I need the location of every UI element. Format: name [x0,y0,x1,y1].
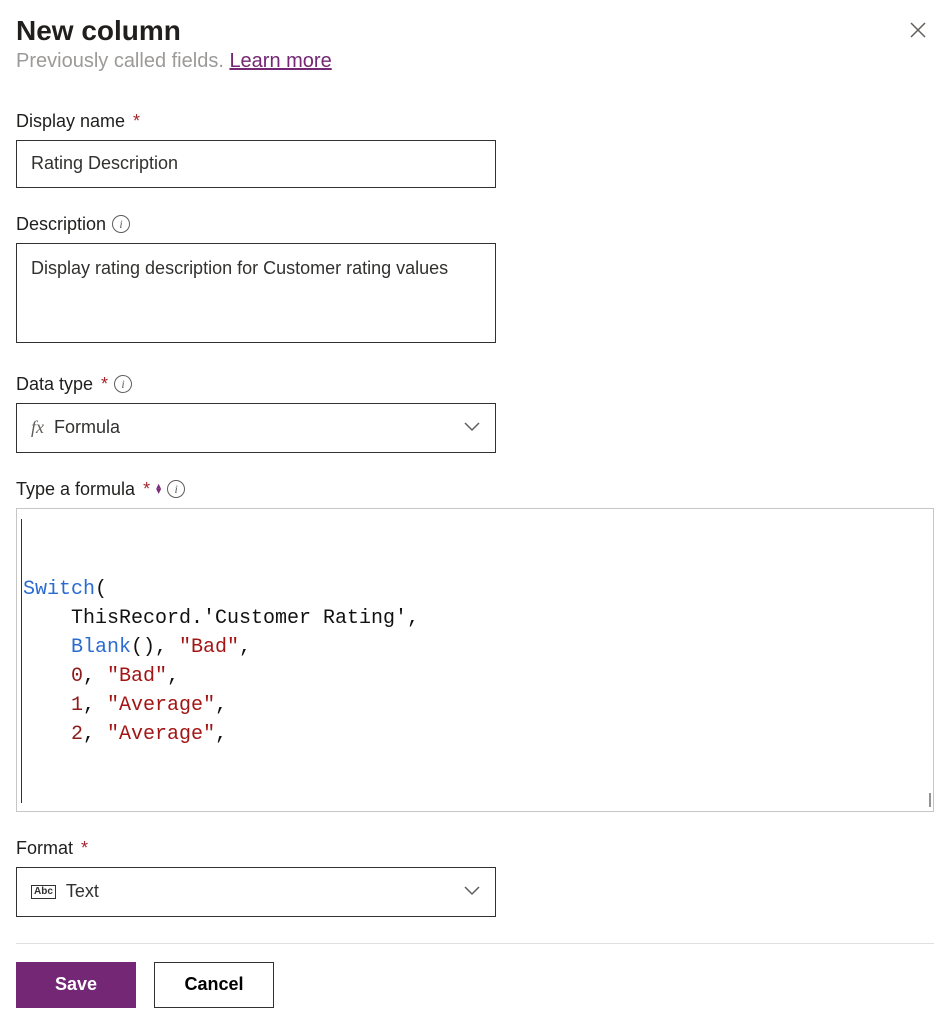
chevron-down-icon [463,417,481,438]
formula-label-text: Type a formula [16,479,135,500]
tok: (), [131,636,179,659]
tok: ( [95,578,107,601]
required-marker: * [101,374,108,395]
tok: 0 [71,665,83,688]
text-icon: Abc [31,885,56,899]
format-select[interactable]: Abc Text [16,867,496,917]
tok: , [83,665,107,688]
cancel-button[interactable]: Cancel [154,962,274,1008]
tok: , [83,723,107,746]
scroll-indicator [925,793,931,807]
data-type-label-text: Data type [16,374,93,395]
page-title: New column [16,14,181,48]
tok: Switch [23,578,95,601]
formula-icon: fx [31,417,44,438]
tok: ThisRecord.'Customer Rating', [23,607,419,630]
description-label: Description i [16,214,934,235]
tok: , [215,694,227,717]
required-marker: * [143,479,150,500]
chevron-down-icon [463,881,481,902]
formula-editor[interactable]: Switch( ThisRecord.'Customer Rating', Bl… [16,508,934,812]
save-button[interactable]: Save [16,962,136,1008]
expand-icon[interactable]: ▴▾ [156,484,161,494]
tok: Blank [71,636,131,659]
info-icon[interactable]: i [114,375,132,393]
info-icon[interactable]: i [112,215,130,233]
format-label-text: Format [16,838,73,859]
tok: , [215,723,227,746]
display-name-label: Display name * [16,111,934,132]
tok: "Average" [107,723,215,746]
display-name-input[interactable] [16,140,496,188]
page-subtitle: Previously called fields. Learn more [16,50,934,73]
tok: , [167,665,179,688]
tok: "Average" [107,694,215,717]
cursor-indicator [21,519,22,803]
data-type-select[interactable]: fx Formula [16,403,496,453]
tok: 2 [71,723,83,746]
format-value: Text [66,881,99,902]
data-type-value: Formula [54,417,120,438]
formula-label: Type a formula * ▴▾ i [16,479,934,500]
learn-more-link[interactable]: Learn more [229,50,331,72]
tok: 1 [71,694,83,717]
data-type-label: Data type * i [16,374,934,395]
format-label: Format * [16,838,934,859]
required-marker: * [81,838,88,859]
description-label-text: Description [16,214,106,235]
tok: "Bad" [179,636,239,659]
tok: "Bad" [107,665,167,688]
tok: , [83,694,107,717]
footer-actions: Save Cancel [16,943,934,1008]
description-input[interactable] [16,243,496,343]
tok: , [239,636,251,659]
subtitle-text: Previously called fields. [16,50,229,72]
required-marker: * [133,111,140,132]
info-icon[interactable]: i [167,480,185,498]
close-icon [909,21,927,39]
display-name-label-text: Display name [16,111,125,132]
close-button[interactable] [902,14,934,46]
